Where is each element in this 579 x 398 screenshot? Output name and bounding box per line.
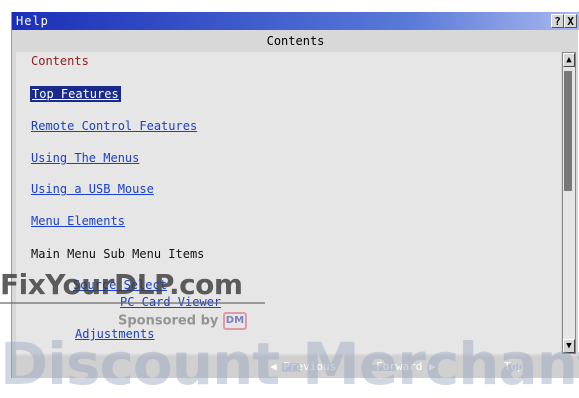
content-heading: Contents xyxy=(31,54,89,68)
forward-button[interactable]: Forward ▶ xyxy=(376,360,436,373)
link-adjustments[interactable]: Adjustments xyxy=(75,327,154,341)
navigation-bar: ◀ Previous Forward ▶ Top xyxy=(12,356,579,378)
page-title: Contents xyxy=(266,34,325,48)
scroll-down-icon[interactable]: ▼ xyxy=(563,339,575,353)
help-icon[interactable]: ? xyxy=(551,14,564,28)
close-icon[interactable]: X xyxy=(564,14,577,28)
title-bar[interactable]: Help ? X xyxy=(12,12,579,30)
title-bar-buttons: ? X xyxy=(551,14,577,28)
window-title: Help xyxy=(16,14,49,28)
top-button[interactable]: Top xyxy=(504,360,524,373)
watermark-underline xyxy=(0,302,265,304)
link-using-the-menus[interactable]: Using The Menus xyxy=(31,151,139,165)
link-menu-elements[interactable]: Menu Elements xyxy=(31,214,125,228)
link-remote-control-features[interactable]: Remote Control Features xyxy=(31,119,197,133)
help-content-pane: Contents Top Features Remote Control Fea… xyxy=(16,52,561,354)
scroll-up-icon[interactable]: ▲ xyxy=(563,53,575,67)
link-using-a-usb-mouse[interactable]: Using a USB Mouse xyxy=(31,182,154,196)
section-label: Main Menu Sub Menu Items xyxy=(31,247,205,261)
link-top-features[interactable]: Top Features xyxy=(30,86,121,102)
previous-button[interactable]: ◀ Previous xyxy=(270,360,336,373)
help-window: Help ? X Contents Contents Top Features … xyxy=(11,12,579,378)
vertical-scrollbar[interactable]: ▲ ▼ xyxy=(562,52,576,354)
link-source-select[interactable]: Source Select xyxy=(73,278,167,292)
scroll-thumb[interactable] xyxy=(564,71,572,191)
